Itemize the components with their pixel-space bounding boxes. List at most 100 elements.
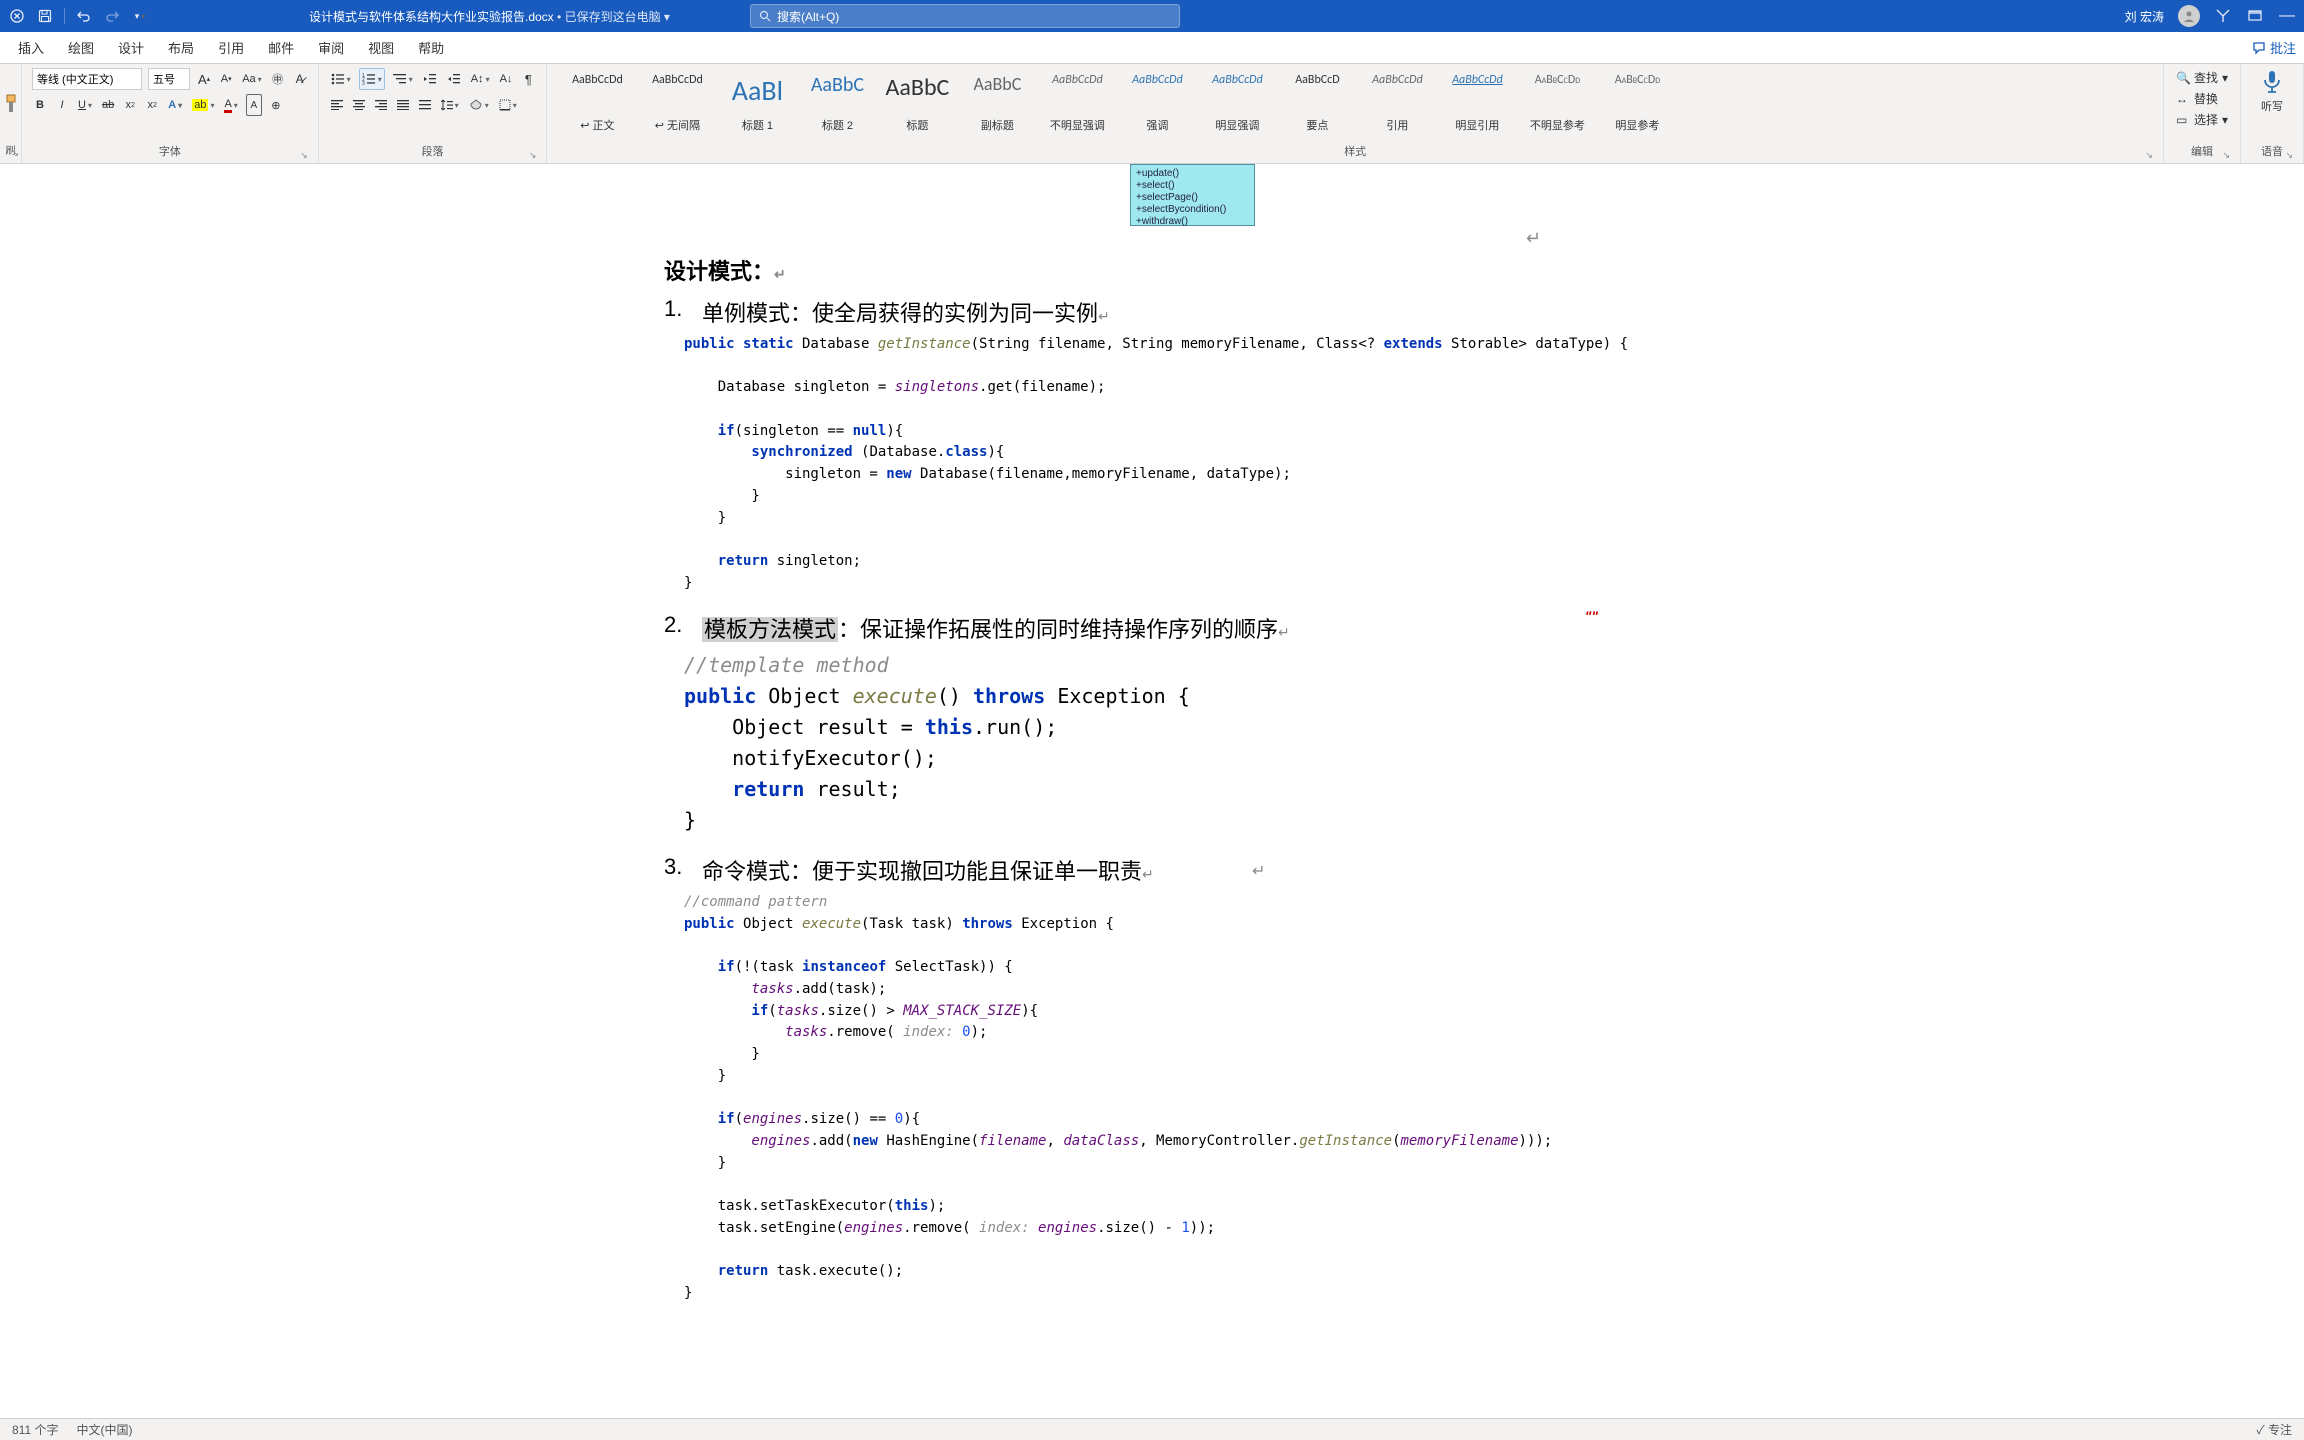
highlight-icon[interactable]: ab (190, 94, 216, 116)
dictate-label[interactable]: 听写 (2261, 98, 2283, 114)
asian-layout-icon[interactable]: A↕ (469, 68, 492, 90)
tab-mailings[interactable]: 邮件 (256, 32, 306, 63)
style-name: 不明显参考 (1530, 117, 1585, 133)
numbering-icon[interactable]: 123 (359, 68, 385, 90)
styles-gallery[interactable]: AaBbCcDd↩ 正文AaBbCcDd↩ 无间隔 AaBl 标题 1 AaBbC标题… (557, 68, 2153, 138)
search-input[interactable]: 搜索(Alt+Q) (750, 4, 1180, 28)
style-item[interactable]: AaBl 标题 1 (717, 68, 797, 138)
user-name[interactable]: 刘 宏涛 (2125, 8, 2164, 25)
italic-icon[interactable]: I (54, 94, 70, 116)
minimize-icon[interactable]: — (2278, 7, 2296, 25)
increase-font-icon[interactable]: A▴ (196, 68, 212, 90)
increase-indent-icon[interactable] (445, 68, 463, 90)
shading-icon[interactable] (467, 94, 491, 116)
close-file-icon[interactable] (8, 7, 26, 25)
font-color-icon[interactable]: A (222, 94, 239, 116)
tab-design[interactable]: 设计 (106, 32, 156, 63)
user-avatar[interactable] (2178, 5, 2200, 27)
text-effects-icon[interactable]: A (166, 94, 184, 116)
subscript-icon[interactable]: x2 (122, 94, 138, 116)
dictate-group-label: 语音 (2251, 141, 2293, 161)
style-item[interactable]: AaBbC标题 (877, 68, 957, 138)
title-bar: ▾ 设计模式与软件体系结构大作业实验报告.docx • 已保存到这台电脑 ▾ 搜… (0, 0, 2304, 32)
decrease-indent-icon[interactable] (421, 68, 439, 90)
style-item[interactable]: AaBbC标题 2 (797, 68, 877, 138)
comment-icon (2252, 41, 2266, 55)
clear-format-icon[interactable]: A̷ (292, 68, 308, 90)
language-status[interactable]: 中文(中国) (76, 1421, 132, 1438)
select-button[interactable]: ▭选择 ▾ (2174, 110, 2230, 129)
style-preview: AaBbCcDd (1132, 73, 1183, 87)
sort-icon[interactable]: A↓ (498, 68, 515, 90)
style-item[interactable]: AaBbCcDd明显强调 (1197, 68, 1277, 138)
style-item[interactable]: AaBbC副标题 (957, 68, 1037, 138)
underline-icon[interactable]: U (76, 94, 94, 116)
tab-layout[interactable]: 布局 (156, 32, 206, 63)
document-content: 设计模式：↵ 1. 单例模式：使全局获得的实例为同一实例↵ public sta… (664, 164, 1648, 1304)
comment-anchor[interactable]: "" (1585, 608, 1598, 624)
style-item[interactable]: AaBbCcD要点 (1277, 68, 1357, 138)
style-item[interactable]: AaBbCcDd明显参考 (1597, 68, 1677, 138)
strikethrough-icon[interactable]: ab (100, 94, 116, 116)
tab-help[interactable]: 帮助 (406, 32, 456, 63)
format-painter-icon[interactable] (4, 94, 18, 114)
bullets-icon[interactable] (329, 68, 353, 90)
style-item[interactable]: AaBbCcDd不明显参考 (1517, 68, 1597, 138)
font-name-select[interactable] (32, 68, 142, 90)
style-preview: AaBbC (811, 73, 864, 97)
align-left-icon[interactable] (329, 94, 345, 116)
heading-design-patterns: 设计模式：↵ (664, 254, 1648, 286)
tab-draw[interactable]: 绘图 (56, 32, 106, 63)
find-button[interactable]: 🔍查找 ▾ (2174, 68, 2230, 87)
style-item[interactable]: AaBbCcDd引用 (1357, 68, 1437, 138)
replace-button[interactable]: ↔替换 (2174, 89, 2230, 108)
title-bar-right: 刘 宏涛 — (2125, 5, 2296, 27)
style-preview: AaBl (732, 73, 783, 108)
style-name: 标题 1 (742, 117, 773, 133)
tab-references[interactable]: 引用 (206, 32, 256, 63)
style-item[interactable]: AaBbCcDd强调 (1117, 68, 1197, 138)
enclose-char-icon[interactable]: ⊕ (268, 94, 284, 116)
search-placeholder: 搜索(Alt+Q) (777, 8, 839, 25)
undo-icon[interactable] (75, 7, 93, 25)
code-singleton: public static Database getInstance(Strin… (684, 334, 1648, 594)
font-size-select[interactable] (148, 68, 190, 90)
editing-group-label: 编辑 (2174, 141, 2230, 161)
style-preview: AaBbCcD (1295, 73, 1339, 87)
style-item[interactable]: AaBbCcDd↩ 正文 (557, 68, 637, 138)
style-item[interactable]: AaBbCcDd明显引用 (1437, 68, 1517, 138)
tab-view[interactable]: 视图 (356, 32, 406, 63)
style-preview: AaBbC (973, 73, 1021, 95)
show-marks-icon[interactable]: ¶ (520, 68, 536, 90)
borders-icon[interactable] (497, 94, 519, 116)
tab-insert[interactable]: 插入 (6, 32, 56, 63)
qat-customize-icon[interactable]: ▾ (131, 7, 149, 25)
line-spacing-icon[interactable] (439, 94, 461, 116)
distributed-icon[interactable] (417, 94, 433, 116)
paragraph-group-label: 段落 (329, 141, 537, 161)
save-icon[interactable] (36, 7, 54, 25)
focus-mode[interactable]: ✓ 专注 (2256, 1421, 2292, 1438)
decrease-font-icon[interactable]: A▾ (218, 68, 234, 90)
redo-icon[interactable] (103, 7, 121, 25)
word-count[interactable]: 811 个字 (12, 1421, 58, 1438)
style-item[interactable]: AaBbCcDd不明显强调 (1037, 68, 1117, 138)
comments-button[interactable]: 批注 (2252, 38, 2296, 57)
microphone-icon[interactable] (2259, 68, 2285, 94)
superscript-icon[interactable]: x2 (144, 94, 160, 116)
document-page[interactable]: +update() +select() +selectPage() +selec… (458, 164, 1848, 1418)
style-preview: AaBbCcDd (1452, 73, 1503, 87)
align-center-icon[interactable] (351, 94, 367, 116)
change-case-icon[interactable]: Aa (240, 68, 263, 90)
align-right-icon[interactable] (373, 94, 389, 116)
ribbon-display-icon[interactable] (2246, 7, 2264, 25)
character-border-icon[interactable]: A (246, 94, 262, 116)
list-item-2: 2. 模板方法模式：保证操作拓展性的同时维持操作序列的顺序↵ (664, 612, 1648, 644)
phonetic-icon[interactable]: ㊥ (270, 68, 286, 90)
ribbon-mode-icon[interactable] (2214, 7, 2232, 25)
style-item[interactable]: AaBbCcDd↩ 无间隔 (637, 68, 717, 138)
justify-icon[interactable] (395, 94, 411, 116)
bold-icon[interactable]: B (32, 94, 48, 116)
tab-review[interactable]: 审阅 (306, 32, 356, 63)
multilevel-list-icon[interactable] (391, 68, 415, 90)
